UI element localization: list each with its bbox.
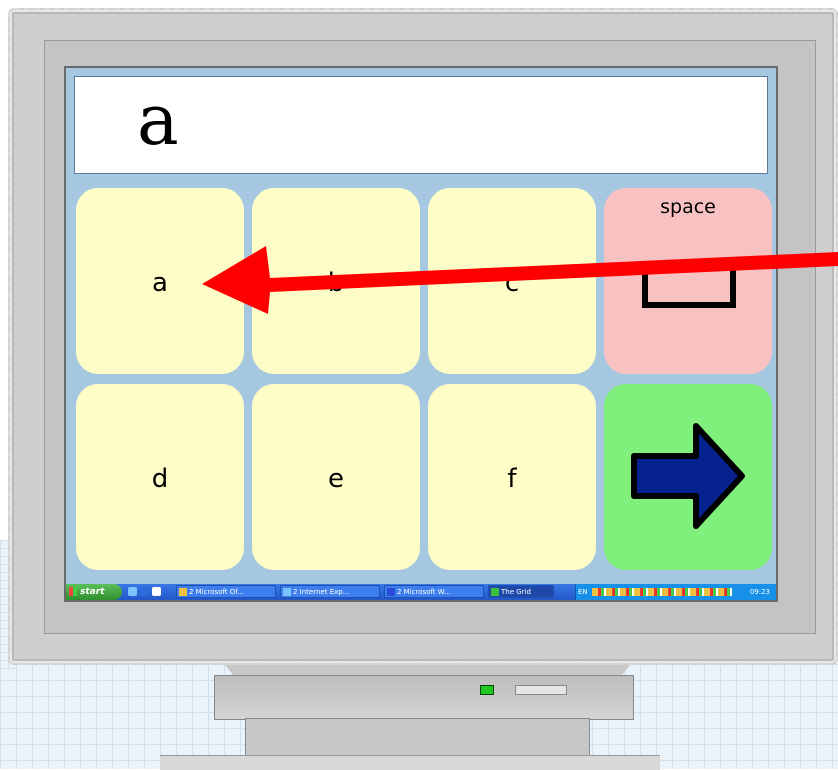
text-display-value: a — [137, 79, 179, 161]
key-f[interactable]: f — [428, 384, 596, 570]
key-label: f — [507, 464, 517, 494]
key-label: c — [504, 268, 520, 298]
ie-icon — [283, 588, 291, 596]
key-next[interactable] — [604, 384, 772, 570]
text-display: a — [74, 76, 768, 174]
windows-logo-icon — [69, 587, 77, 596]
taskbar-item-internet-explorer[interactable]: 2 Internet Exp... — [280, 585, 380, 598]
key-label: b — [327, 268, 345, 298]
taskbar-item-label: 2 Internet Exp... — [293, 588, 350, 596]
key-b[interactable]: b — [252, 188, 420, 374]
word-icon — [387, 588, 395, 596]
key-label: space — [660, 196, 716, 218]
taskbar-item-label: 2 Microsoft W... — [397, 588, 451, 596]
key-e[interactable]: e — [252, 384, 420, 570]
clock: 09:23 — [749, 588, 770, 596]
key-label: e — [328, 464, 344, 494]
taskbar-item-label: 2 Microsoft Of... — [189, 588, 244, 596]
grid-app-icon — [491, 588, 499, 596]
power-button — [515, 685, 567, 695]
windows-taskbar: start 2 Microsoft Of... 2 Internet Exp..… — [66, 584, 776, 600]
key-space[interactable]: space — [604, 188, 772, 374]
language-indicator[interactable]: EN — [578, 584, 588, 600]
grid-screen: a a b c space d e f start 2 Microsoft Of… — [64, 66, 778, 602]
system-tray: EN 09:23 — [575, 584, 776, 600]
show-desktop-icon[interactable] — [152, 587, 161, 596]
office-icon — [179, 588, 187, 596]
taskbar-item-office[interactable]: 2 Microsoft Of... — [176, 585, 276, 598]
key-label: d — [151, 464, 169, 494]
media-player-icon[interactable] — [128, 587, 137, 596]
space-bar-icon — [642, 270, 736, 308]
taskbar-item-the-grid[interactable]: The Grid — [488, 585, 554, 598]
taskbar-item-word[interactable]: 2 Microsoft W... — [384, 585, 484, 598]
key-d[interactable]: d — [76, 384, 244, 570]
tray-icons[interactable] — [592, 588, 732, 596]
power-led-icon — [480, 685, 494, 695]
taskbar-item-label: The Grid — [501, 588, 531, 596]
start-label: start — [80, 587, 105, 597]
start-button[interactable]: start — [66, 584, 122, 600]
key-a[interactable]: a — [76, 188, 244, 374]
monitor-stand — [214, 675, 634, 720]
internet-explorer-icon[interactable] — [140, 587, 149, 596]
key-c[interactable]: c — [428, 188, 596, 374]
monitor-foot — [160, 755, 660, 770]
key-label: a — [152, 268, 168, 298]
right-arrow-icon — [631, 423, 745, 529]
